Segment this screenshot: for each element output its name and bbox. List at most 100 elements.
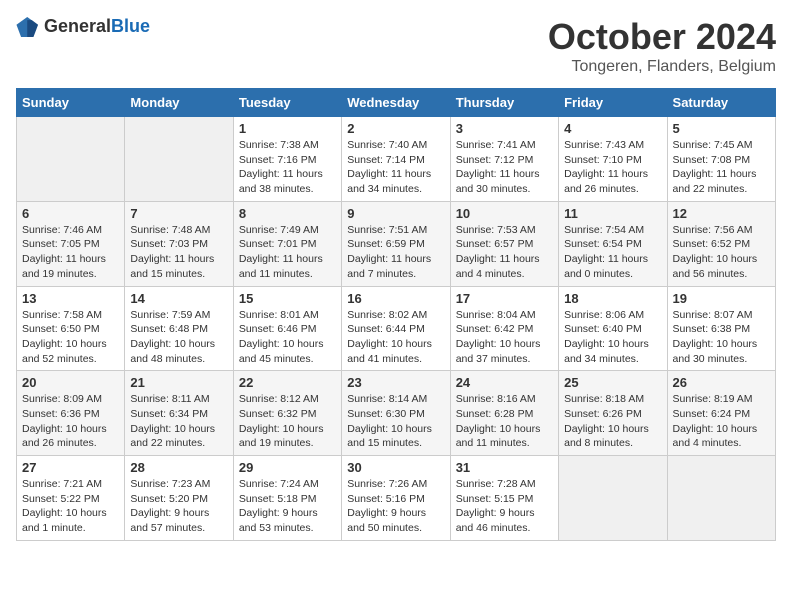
day-info: Sunrise: 7:38 AM Sunset: 7:16 PM Dayligh… <box>239 138 336 197</box>
day-number: 2 <box>347 121 444 136</box>
day-info: Sunrise: 7:23 AM Sunset: 5:20 PM Dayligh… <box>130 477 227 536</box>
calendar-day-cell: 30 Sunrise: 7:26 AM Sunset: 5:16 PM Dayli… <box>342 456 450 541</box>
logo-text: GeneralBlue <box>44 16 150 37</box>
day-info: Sunrise: 8:18 AM Sunset: 6:26 PM Dayligh… <box>564 392 661 451</box>
calendar-day-cell: 21 Sunrise: 8:11 AM Sunset: 6:34 PM Dayli… <box>125 371 233 456</box>
calendar-day-cell <box>17 117 125 202</box>
calendar-day-cell: 10 Sunrise: 7:53 AM Sunset: 6:57 PM Dayli… <box>450 201 558 286</box>
day-info: Sunrise: 7:56 AM Sunset: 6:52 PM Dayligh… <box>673 223 770 282</box>
calendar-day-cell: 3 Sunrise: 7:41 AM Sunset: 7:12 PM Daylig… <box>450 117 558 202</box>
day-info: Sunrise: 8:04 AM Sunset: 6:42 PM Dayligh… <box>456 308 553 367</box>
day-info: Sunrise: 7:46 AM Sunset: 7:05 PM Dayligh… <box>22 223 119 282</box>
calendar-week-row: 6 Sunrise: 7:46 AM Sunset: 7:05 PM Daylig… <box>17 201 776 286</box>
day-info: Sunrise: 7:45 AM Sunset: 7:08 PM Dayligh… <box>673 138 770 197</box>
day-info: Sunrise: 8:11 AM Sunset: 6:34 PM Dayligh… <box>130 392 227 451</box>
calendar-day-cell: 5 Sunrise: 7:45 AM Sunset: 7:08 PM Daylig… <box>667 117 775 202</box>
day-info: Sunrise: 8:01 AM Sunset: 6:46 PM Dayligh… <box>239 308 336 367</box>
day-info: Sunrise: 7:43 AM Sunset: 7:10 PM Dayligh… <box>564 138 661 197</box>
day-info: Sunrise: 7:26 AM Sunset: 5:16 PM Dayligh… <box>347 477 444 536</box>
calendar-day-cell: 22 Sunrise: 8:12 AM Sunset: 6:32 PM Dayli… <box>233 371 341 456</box>
day-info: Sunrise: 7:28 AM Sunset: 5:15 PM Dayligh… <box>456 477 553 536</box>
calendar-day-cell <box>559 456 667 541</box>
day-info: Sunrise: 7:49 AM Sunset: 7:01 PM Dayligh… <box>239 223 336 282</box>
day-number: 28 <box>130 460 227 475</box>
day-number: 27 <box>22 460 119 475</box>
day-number: 15 <box>239 291 336 306</box>
calendar-day-cell: 4 Sunrise: 7:43 AM Sunset: 7:10 PM Daylig… <box>559 117 667 202</box>
weekday-header-cell: Wednesday <box>342 89 450 117</box>
calendar-day-cell: 19Sunrise: 8:07 AM Sunset: 6:38 PM Dayli… <box>667 286 775 371</box>
day-number: 26 <box>673 375 770 390</box>
weekday-header-cell: Thursday <box>450 89 558 117</box>
calendar-day-cell: 15 Sunrise: 8:01 AM Sunset: 6:46 PM Dayli… <box>233 286 341 371</box>
day-number: 18 <box>564 291 661 306</box>
day-info: Sunrise: 7:54 AM Sunset: 6:54 PM Dayligh… <box>564 223 661 282</box>
weekday-header-row: SundayMondayTuesdayWednesdayThursdayFrid… <box>17 89 776 117</box>
weekday-header-cell: Sunday <box>17 89 125 117</box>
day-info: Sunrise: 7:24 AM Sunset: 5:18 PM Dayligh… <box>239 477 336 536</box>
day-number: 31 <box>456 460 553 475</box>
calendar-week-row: 27Sunrise: 7:21 AM Sunset: 5:22 PM Dayli… <box>17 456 776 541</box>
day-number: 3 <box>456 121 553 136</box>
logo-icon <box>16 17 40 37</box>
calendar-week-row: 13Sunrise: 7:58 AM Sunset: 6:50 PM Dayli… <box>17 286 776 371</box>
weekday-header-cell: Monday <box>125 89 233 117</box>
calendar-table: SundayMondayTuesdayWednesdayThursdayFrid… <box>16 88 776 541</box>
day-info: Sunrise: 7:59 AM Sunset: 6:48 PM Dayligh… <box>130 308 227 367</box>
calendar-day-cell: 24Sunrise: 8:16 AM Sunset: 6:28 PM Dayli… <box>450 371 558 456</box>
calendar-day-cell: 20Sunrise: 8:09 AM Sunset: 6:36 PM Dayli… <box>17 371 125 456</box>
day-number: 20 <box>22 375 119 390</box>
day-number: 29 <box>239 460 336 475</box>
logo: GeneralBlue <box>16 16 150 37</box>
calendar-day-cell: 28 Sunrise: 7:23 AM Sunset: 5:20 PM Dayli… <box>125 456 233 541</box>
day-info: Sunrise: 7:41 AM Sunset: 7:12 PM Dayligh… <box>456 138 553 197</box>
calendar-body: 1 Sunrise: 7:38 AM Sunset: 7:16 PM Daylig… <box>17 117 776 541</box>
day-number: 9 <box>347 206 444 221</box>
logo-blue: Blue <box>111 16 150 36</box>
calendar-day-cell: 2Sunrise: 7:40 AM Sunset: 7:14 PM Daylig… <box>342 117 450 202</box>
calendar-day-cell <box>125 117 233 202</box>
calendar-day-cell: 11Sunrise: 7:54 AM Sunset: 6:54 PM Dayli… <box>559 201 667 286</box>
day-info: Sunrise: 7:53 AM Sunset: 6:57 PM Dayligh… <box>456 223 553 282</box>
calendar-day-cell: 29 Sunrise: 7:24 AM Sunset: 5:18 PM Dayli… <box>233 456 341 541</box>
day-number: 24 <box>456 375 553 390</box>
day-number: 30 <box>347 460 444 475</box>
day-info: Sunrise: 8:02 AM Sunset: 6:44 PM Dayligh… <box>347 308 444 367</box>
page-header: GeneralBlue October 2024 Tongeren, Fland… <box>16 16 776 76</box>
day-number: 6 <box>22 206 119 221</box>
calendar-day-cell: 16 Sunrise: 8:02 AM Sunset: 6:44 PM Dayli… <box>342 286 450 371</box>
day-info: Sunrise: 7:51 AM Sunset: 6:59 PM Dayligh… <box>347 223 444 282</box>
day-number: 16 <box>347 291 444 306</box>
calendar-day-cell: 1 Sunrise: 7:38 AM Sunset: 7:16 PM Daylig… <box>233 117 341 202</box>
calendar-day-cell: 12 Sunrise: 7:56 AM Sunset: 6:52 PM Dayli… <box>667 201 775 286</box>
day-number: 4 <box>564 121 661 136</box>
day-number: 7 <box>130 206 227 221</box>
calendar-day-cell: 17Sunrise: 8:04 AM Sunset: 6:42 PM Dayli… <box>450 286 558 371</box>
day-number: 23 <box>347 375 444 390</box>
calendar-week-row: 1 Sunrise: 7:38 AM Sunset: 7:16 PM Daylig… <box>17 117 776 202</box>
weekday-header-cell: Saturday <box>667 89 775 117</box>
day-number: 13 <box>22 291 119 306</box>
day-number: 21 <box>130 375 227 390</box>
calendar-day-cell: 25Sunrise: 8:18 AM Sunset: 6:26 PM Dayli… <box>559 371 667 456</box>
calendar-day-cell: 7 Sunrise: 7:48 AM Sunset: 7:03 PM Daylig… <box>125 201 233 286</box>
calendar-week-row: 20Sunrise: 8:09 AM Sunset: 6:36 PM Dayli… <box>17 371 776 456</box>
day-info: Sunrise: 7:48 AM Sunset: 7:03 PM Dayligh… <box>130 223 227 282</box>
day-info: Sunrise: 8:12 AM Sunset: 6:32 PM Dayligh… <box>239 392 336 451</box>
weekday-header-cell: Friday <box>559 89 667 117</box>
day-number: 1 <box>239 121 336 136</box>
weekday-header-cell: Tuesday <box>233 89 341 117</box>
calendar-day-cell: 23Sunrise: 8:14 AM Sunset: 6:30 PM Dayli… <box>342 371 450 456</box>
day-number: 12 <box>673 206 770 221</box>
month-title: October 2024 <box>548 16 776 58</box>
calendar-day-cell: 27Sunrise: 7:21 AM Sunset: 5:22 PM Dayli… <box>17 456 125 541</box>
day-info: Sunrise: 8:19 AM Sunset: 6:24 PM Dayligh… <box>673 392 770 451</box>
calendar-day-cell: 6 Sunrise: 7:46 AM Sunset: 7:05 PM Daylig… <box>17 201 125 286</box>
day-number: 10 <box>456 206 553 221</box>
day-info: Sunrise: 8:07 AM Sunset: 6:38 PM Dayligh… <box>673 308 770 367</box>
day-number: 14 <box>130 291 227 306</box>
day-info: Sunrise: 8:06 AM Sunset: 6:40 PM Dayligh… <box>564 308 661 367</box>
calendar-day-cell: 8Sunrise: 7:49 AM Sunset: 7:01 PM Daylig… <box>233 201 341 286</box>
day-number: 22 <box>239 375 336 390</box>
day-number: 5 <box>673 121 770 136</box>
